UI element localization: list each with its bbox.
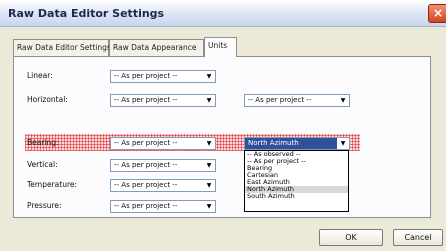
linear-select[interactable]: -- As per project -- ▼	[110, 70, 216, 83]
temperature-select-value: -- As per project --	[114, 181, 178, 189]
chevron-down-icon[interactable]: ▼	[203, 71, 215, 82]
vertical-select-value: -- As per project --	[114, 161, 178, 169]
chevron-down-icon[interactable]: ▼	[203, 138, 215, 149]
bearing-select-value: -- As per project --	[114, 139, 178, 147]
bearing-dropdown-list: -- As observed -- -- As per project -- B…	[244, 150, 349, 212]
cancel-button[interactable]: Cancel	[393, 229, 443, 246]
dropdown-option[interactable]: South Azimuth	[245, 193, 348, 200]
chevron-down-icon[interactable]: ▼	[203, 180, 215, 191]
title-bar[interactable]: Raw Data Editor Settings ×	[0, 0, 446, 27]
temperature-label: Temperature:	[27, 180, 78, 189]
chevron-down-icon[interactable]: ▼	[203, 201, 215, 212]
close-icon: ×	[432, 6, 444, 20]
pressure-label: Pressure:	[27, 201, 62, 210]
bearing-select[interactable]: -- As per project -- ▼	[110, 137, 216, 150]
vertical-label: Vertical:	[27, 160, 58, 169]
tab-raw-data-appearance[interactable]: Raw Data Appearance	[109, 39, 204, 56]
bearing-label: Bearing:	[27, 138, 59, 147]
tab-units[interactable]: Units	[204, 37, 237, 57]
horizontal-secondary-value: -- As per project --	[248, 96, 312, 104]
pressure-select[interactable]: -- As per project -- ▼	[110, 200, 216, 213]
vertical-select[interactable]: -- As per project -- ▼	[110, 159, 216, 172]
close-button[interactable]: ×	[428, 4, 446, 23]
horizontal-secondary-select[interactable]: -- As per project -- ▼	[244, 94, 350, 107]
horizontal-select[interactable]: -- As per project -- ▼	[110, 94, 216, 107]
linear-select-value: -- As per project --	[114, 72, 178, 80]
linear-label: Linear:	[27, 71, 53, 80]
chevron-down-icon[interactable]: ▼	[337, 138, 349, 149]
temperature-select[interactable]: -- As per project -- ▼	[110, 179, 216, 192]
bearing-secondary-value: North Azimuth	[248, 139, 299, 147]
bearing-secondary-select[interactable]: North Azimuth ▼	[244, 137, 350, 150]
tab-raw-data-editor-settings[interactable]: Raw Data Editor Settings	[13, 39, 111, 56]
chevron-down-icon[interactable]: ▼	[203, 160, 215, 171]
pressure-select-value: -- As per project --	[114, 202, 178, 210]
horizontal-select-value: -- As per project --	[114, 96, 178, 104]
horizontal-label: Horizontal:	[27, 95, 68, 104]
chevron-down-icon[interactable]: ▼	[337, 95, 349, 106]
window-title: Raw Data Editor Settings	[8, 7, 165, 20]
settings-dialog: Raw Data Editor Settings × Raw Data Edit…	[0, 0, 446, 251]
ok-button[interactable]: OK	[319, 229, 383, 246]
chevron-down-icon[interactable]: ▼	[203, 95, 215, 106]
